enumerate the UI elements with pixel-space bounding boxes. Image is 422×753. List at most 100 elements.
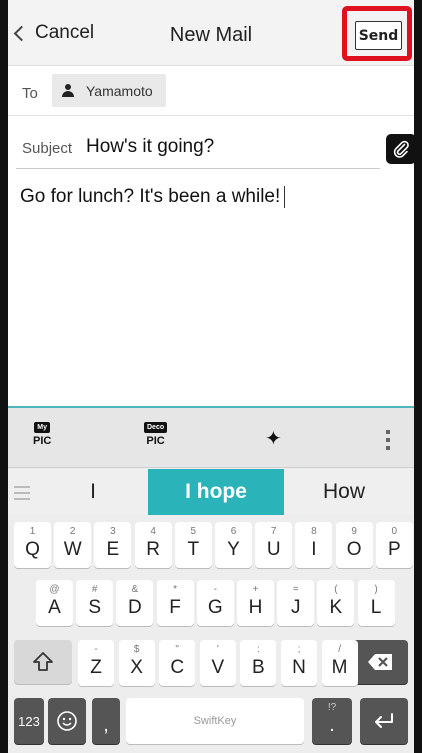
key-secondary-label: 9 [351, 526, 357, 537]
key-label: C [170, 657, 185, 678]
more-vertical-icon[interactable] [386, 430, 390, 454]
key-y[interactable]: 6Y [215, 522, 252, 568]
key-label: M [331, 657, 348, 678]
key-a[interactable]: @ A [36, 580, 73, 626]
key-u[interactable]: 7U [255, 522, 293, 568]
emoji-key[interactable] [48, 698, 86, 744]
key-secondary-label: 5 [190, 526, 197, 537]
key-secondary-label: = [292, 584, 299, 595]
key-r[interactable]: 4R [134, 522, 172, 568]
key-s[interactable]: # S [76, 580, 114, 626]
key-label: Q [25, 539, 40, 560]
key-x[interactable]: $ X [118, 640, 155, 686]
subject-label: Subject [22, 140, 73, 157]
text-cursor [284, 186, 286, 208]
period-key[interactable]: !? . [312, 698, 352, 744]
recipient-name: Yamamoto [86, 82, 153, 99]
space-key[interactable]: SwiftKey [126, 698, 304, 744]
key-secondary-label: * [173, 584, 178, 595]
key-label: T [187, 539, 200, 560]
my-pic-button[interactable]: My PIC [33, 422, 51, 447]
suggestion-3[interactable]: How [284, 469, 404, 515]
key-t[interactable]: 5T [174, 522, 212, 568]
key-label: G [207, 597, 223, 618]
key-label: X [130, 657, 143, 678]
comma-label: , [103, 715, 109, 736]
key-l[interactable]: ) L [357, 580, 395, 626]
key-k[interactable]: (K [317, 580, 355, 626]
key-secondary-label: - [213, 584, 217, 595]
key-secondary-label: 0 [391, 526, 398, 537]
key-label: V [211, 657, 225, 678]
key-n[interactable]: ; N [281, 640, 317, 686]
key-secondary-label: 8 [311, 526, 317, 537]
key-v[interactable]: ' V [199, 640, 236, 686]
key-secondary-label: + [252, 584, 259, 595]
key-label: S [88, 597, 102, 618]
key-label: U [266, 539, 281, 560]
key-secondary-label: 1 [29, 526, 36, 537]
key-secondary-label: 6 [230, 526, 237, 537]
key-secondary-label: ' [216, 644, 219, 655]
key-label: O [346, 539, 362, 560]
key-label: K [329, 597, 343, 618]
key-label: I [311, 539, 317, 560]
key-p[interactable]: 0P [375, 522, 413, 568]
subject-field[interactable]: How's it going? [86, 136, 214, 158]
key-c[interactable]: " C [159, 640, 196, 686]
paperclip-icon [393, 140, 409, 158]
key-label: L [370, 597, 382, 618]
key-label: Y [227, 539, 240, 560]
my-pic-label: PIC [33, 435, 52, 447]
send-button[interactable]: Send [355, 21, 402, 50]
recipient-chip[interactable]: Yamamoto [52, 74, 166, 107]
my-pic-icon: My [34, 422, 51, 433]
enter-key[interactable] [360, 698, 408, 744]
key-e[interactable]: 3E [94, 522, 132, 568]
key-m[interactable]: / M [321, 640, 358, 686]
keyboard-toolbar: My PIC Deco PIC ✦ [8, 408, 414, 468]
backspace-key[interactable] [352, 640, 408, 684]
menu-icon[interactable] [14, 486, 30, 504]
suggestion-2[interactable]: I hope [148, 469, 284, 515]
key-label: R [146, 539, 160, 560]
period-label: . [329, 715, 335, 736]
key-i[interactable]: 8I [295, 522, 333, 568]
deco-pic-label: PIC [146, 435, 165, 447]
key-f[interactable]: * F [156, 580, 194, 626]
subject-divider [16, 168, 380, 169]
numbers-key[interactable]: 123 [14, 698, 44, 744]
period-sub: !? [327, 702, 337, 713]
key-secondary-label: - [94, 644, 98, 655]
key-b[interactable]: :B [240, 640, 277, 686]
key-g[interactable]: -G [196, 580, 234, 626]
suggestion-1[interactable]: I [38, 469, 148, 515]
shift-key[interactable] [14, 640, 72, 684]
key-w[interactable]: 2W [54, 522, 92, 568]
person-icon [62, 83, 74, 98]
comma-key[interactable]: , [92, 698, 120, 744]
attach-button[interactable] [386, 134, 416, 164]
key-secondary-label: 4 [150, 526, 156, 537]
key-secondary-label: & [131, 584, 139, 595]
key-d[interactable]: & D [116, 580, 154, 626]
key-j[interactable]: = J [277, 580, 315, 626]
key-label: Z [90, 657, 102, 678]
enter-icon [375, 713, 393, 728]
sparkle-icon[interactable]: ✦ [265, 426, 282, 451]
message-body[interactable]: Go for lunch? It's been a while! [8, 172, 414, 408]
key-o[interactable]: 9O [335, 522, 373, 568]
key-secondary-label: : [257, 644, 260, 655]
key-label: F [169, 597, 181, 618]
key-label: E [106, 539, 120, 560]
key-secondary-label: $ [133, 644, 140, 655]
key-label: P [387, 539, 401, 560]
key-h[interactable]: + H [237, 580, 274, 626]
smiley-icon [57, 711, 77, 731]
key-label: B [252, 657, 265, 678]
key-z[interactable]: -Z [78, 640, 114, 686]
key-label: D [128, 597, 142, 618]
deco-pic-button[interactable]: Deco PIC [144, 422, 168, 447]
key-label: N [292, 657, 306, 678]
key-q[interactable]: 1Q [14, 522, 51, 568]
